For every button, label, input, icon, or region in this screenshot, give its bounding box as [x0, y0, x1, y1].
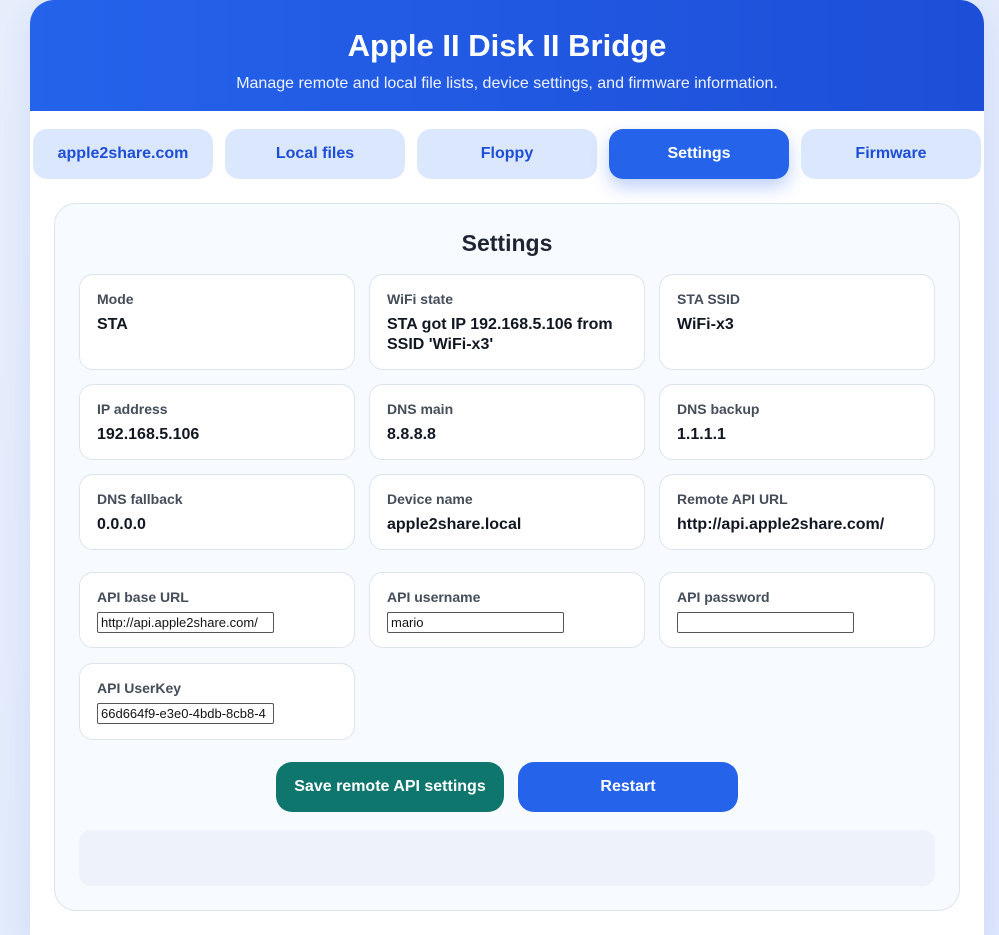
dns-fallback-value: 0.0.0.0	[97, 516, 146, 533]
mode-label: Mode	[97, 291, 134, 307]
dns-fallback-label: DNS fallback	[97, 491, 183, 507]
settings-panel: Settings Mode STA WiFi state STA got IP …	[54, 203, 960, 911]
remote-api-url-label: Remote API URL	[677, 491, 788, 507]
mode-value: STA	[97, 316, 128, 333]
ip-address-value: 192.168.5.106	[97, 426, 200, 443]
restart-button[interactable]: Restart	[518, 762, 738, 812]
api-base-url-input[interactable]	[97, 612, 274, 633]
sta-ssid-value: WiFi-x3	[677, 316, 734, 333]
api-base-url-label: API base URL	[97, 589, 189, 605]
api-base-url-card: API base URL	[79, 572, 355, 648]
dns-backup-value: 1.1.1.1	[677, 426, 726, 443]
dns-backup-label: DNS backup	[677, 401, 760, 417]
dns-backup-card: DNS backup 1.1.1.1	[659, 384, 935, 460]
header-banner: Apple II Disk II Bridge Manage remote an…	[30, 0, 984, 111]
app-title: Apple II Disk II Bridge	[347, 28, 667, 63]
ip-address-label: IP address	[97, 401, 168, 417]
save-remote-api-button[interactable]: Save remote API settings	[276, 762, 504, 812]
wifi-state-value: STA got IP 192.168.5.106 from SSID 'WiFi…	[387, 316, 613, 353]
app-subtitle: Manage remote and local file lists, devi…	[236, 75, 778, 92]
sta-ssid-card: STA SSID WiFi-x3	[659, 274, 935, 370]
api-password-card: API password	[659, 572, 935, 648]
app-window: Apple II Disk II Bridge Manage remote an…	[30, 0, 984, 935]
api-userkey-card: API UserKey	[79, 663, 355, 740]
settings-title: Settings	[461, 230, 553, 256]
dns-main-label: DNS main	[387, 401, 454, 417]
dns-main-value: 8.8.8.8	[387, 426, 436, 443]
sta-ssid-label: STA SSID	[677, 291, 741, 307]
tab-firmware[interactable]: Firmware	[801, 129, 981, 179]
status-message-box	[79, 830, 935, 886]
dns-main-card: DNS main 8.8.8.8	[369, 384, 645, 460]
device-name-value: apple2share.local	[387, 516, 522, 533]
device-name-card: Device name apple2share.local	[369, 474, 645, 550]
api-userkey-label: API UserKey	[97, 680, 182, 696]
api-password-input[interactable]	[677, 612, 854, 633]
dns-fallback-card: DNS fallback 0.0.0.0	[79, 474, 355, 550]
remote-api-url-card: Remote API URL http://api.apple2share.co…	[659, 474, 935, 550]
mode-card: Mode STA	[79, 274, 355, 370]
remote-api-url-value: http://api.apple2share.com/	[677, 516, 885, 533]
api-userkey-input[interactable]	[97, 703, 274, 724]
tab-local-files[interactable]: Local files	[225, 129, 405, 179]
wifi-state-card: WiFi state STA got IP 192.168.5.106 from…	[369, 274, 645, 370]
tab-apple2share[interactable]: apple2share.com	[33, 129, 213, 179]
tab-bar: apple2share.com Local files Floppy Setti…	[33, 129, 983, 179]
api-username-label: API username	[387, 589, 481, 605]
api-password-label: API password	[677, 589, 770, 605]
wifi-state-label: WiFi state	[387, 291, 453, 307]
device-name-label: Device name	[387, 491, 473, 507]
tab-settings[interactable]: Settings	[609, 129, 789, 179]
api-username-input[interactable]	[387, 612, 564, 633]
tab-floppy[interactable]: Floppy	[417, 129, 597, 179]
api-username-card: API username	[369, 572, 645, 648]
ip-address-card: IP address 192.168.5.106	[79, 384, 355, 460]
